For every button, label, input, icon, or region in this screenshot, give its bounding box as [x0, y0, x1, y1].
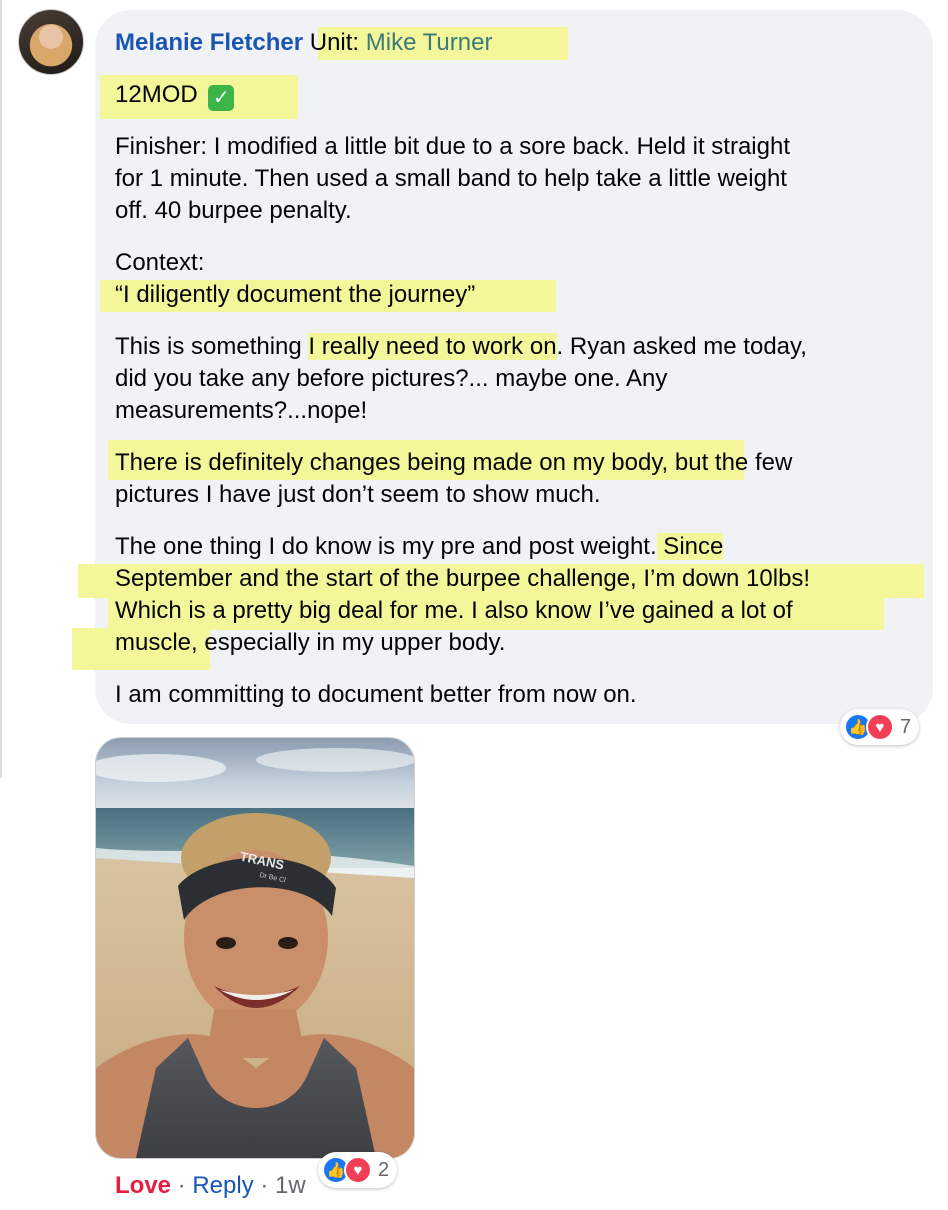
para3-text-a: The one thing I do know is my pre and po… [115, 533, 657, 560]
author-name[interactable]: Melanie Fletcher [115, 29, 303, 56]
para4-line: I am committing to document better from … [115, 681, 637, 708]
timestamp[interactable]: 1w [275, 1172, 306, 1199]
beach-selfie-image: TRANS Dr Be Cl [96, 738, 414, 1158]
comment-header: Melanie Fletcher Unit: Mike Turner [115, 27, 492, 59]
white-check-mark-icon: ✓ [208, 85, 235, 111]
context-quote: “I diligently document the journey” [115, 281, 476, 308]
para1-text-a: This is something [115, 333, 309, 360]
tag-text: 12MOD [115, 81, 198, 108]
para1-text-b: . Ryan asked me today, [556, 333, 807, 360]
para3-line-1: The one thing I do know is my pre and po… [115, 531, 724, 563]
unit-label: Unit: [303, 29, 366, 56]
para2-line-1: There is definitely changes being made o… [115, 447, 792, 479]
unit-name[interactable]: Mike Turner [366, 29, 493, 56]
para2-highlight: There is definitely changes being made o… [115, 449, 669, 476]
separator: · [171, 1172, 193, 1199]
para1-line-1: This is something I really need to work … [115, 331, 807, 363]
separator: · [253, 1172, 276, 1199]
reactions-count: 2 [378, 1158, 390, 1181]
attached-photo[interactable]: TRANS Dr Be Cl [95, 737, 415, 1159]
para3-highlight-muscle: muscle [115, 629, 192, 656]
tag-line: 12MOD ✓ [115, 79, 235, 111]
para3-line-3: Which is a pretty big deal for me. I als… [115, 597, 793, 624]
para3-highlight-since: Since [656, 533, 724, 560]
para1-line-3: measurements?...nope! [115, 397, 368, 424]
finisher-line-1: Finisher: I modified a little bit due to… [115, 133, 790, 160]
para3-line-2: September and the start of the burpee ch… [115, 565, 811, 592]
love-button[interactable]: Love [115, 1172, 171, 1199]
heart-icon: ♥ [344, 1156, 372, 1184]
reactions-count: 7 [900, 715, 912, 738]
comment-actions: Love · Reply · 1w [115, 1170, 306, 1202]
para1-line-2: did you take any before pictures?... may… [115, 365, 668, 392]
para1-highlight: I really need to work on [308, 333, 557, 360]
photo-reactions[interactable]: 👍 ♥ 2 [318, 1152, 398, 1188]
para2-text-b: but the few [668, 449, 793, 476]
para3-line-4: muscle, especially in my upper body. [115, 627, 505, 659]
context-label: Context: [115, 249, 205, 276]
comment-reactions[interactable]: 👍 ♥ 7 [840, 709, 920, 745]
finisher-line-3: off. 40 burpee penalty. [115, 197, 352, 224]
finisher-line-2: for 1 minute. Then used a small band to … [115, 165, 787, 192]
author-avatar[interactable] [18, 9, 84, 75]
para2-line-2: pictures I have just don’t seem to show … [115, 481, 601, 508]
thread-line [0, 0, 2, 778]
para3-text-end: , especially in my upper body. [191, 629, 506, 656]
heart-icon: ♥ [866, 713, 894, 741]
reply-button[interactable]: Reply [192, 1172, 253, 1199]
